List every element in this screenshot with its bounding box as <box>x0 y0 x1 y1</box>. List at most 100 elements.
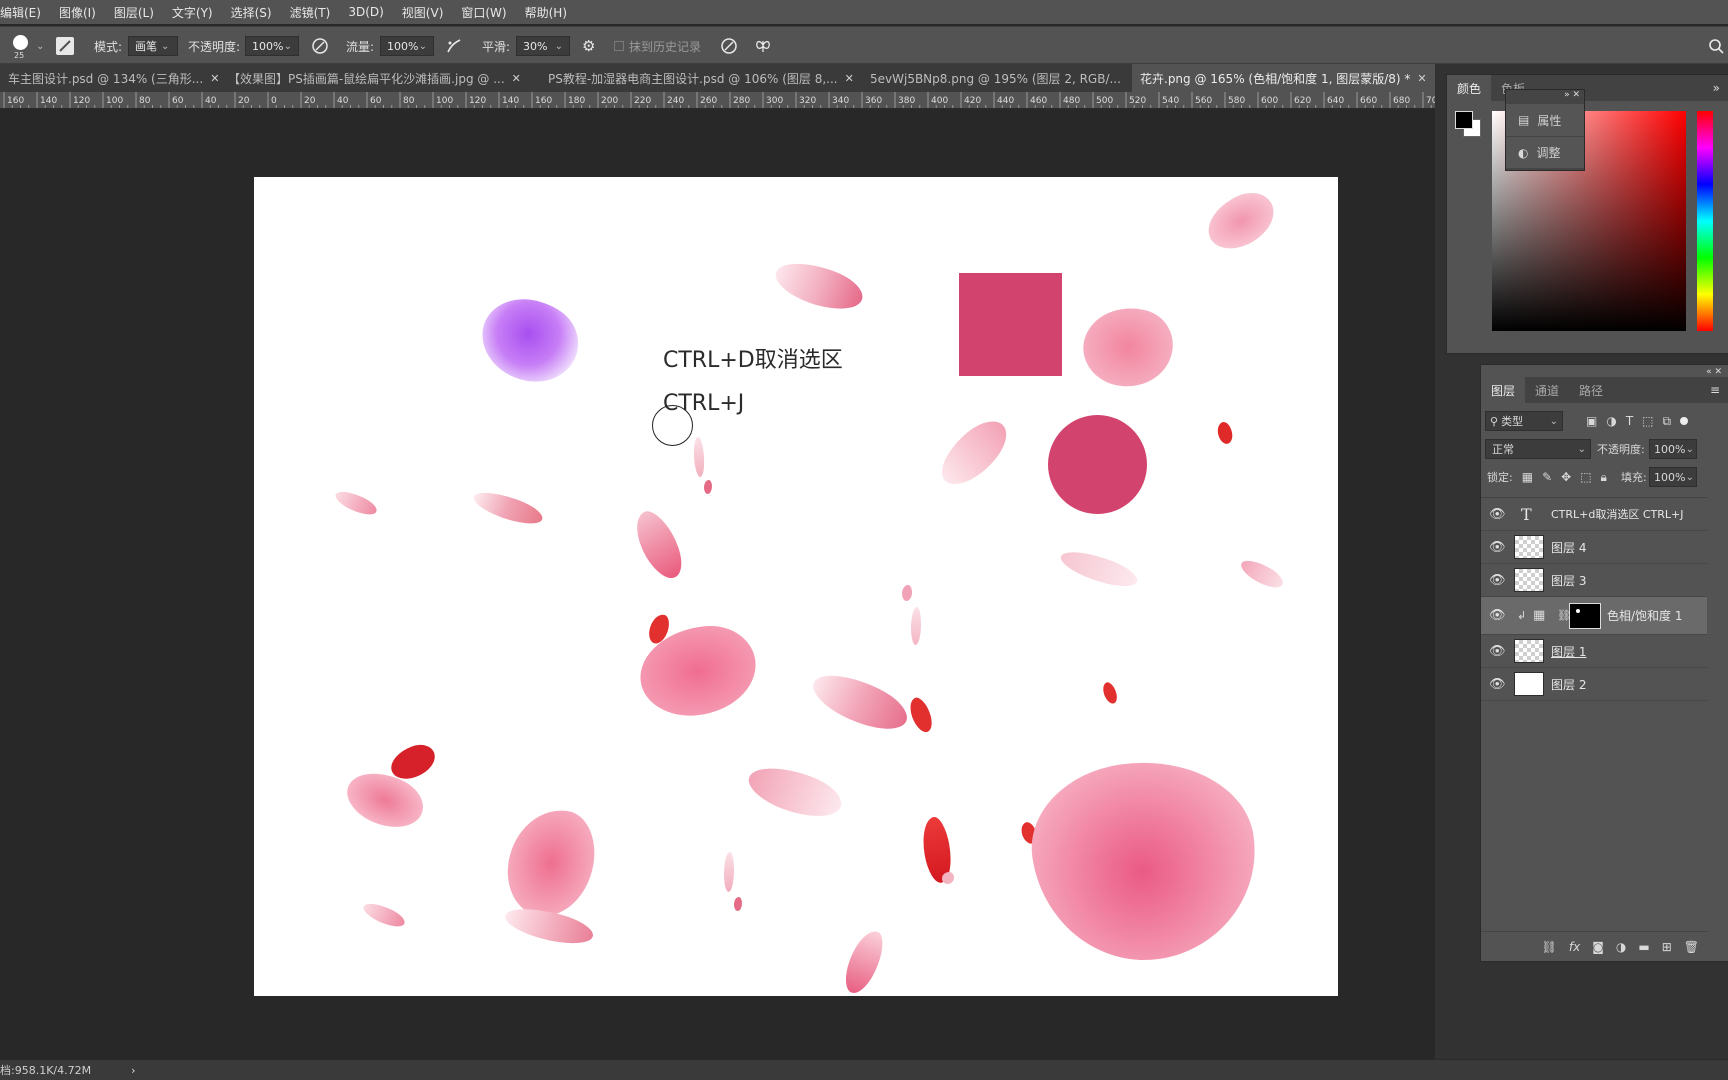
menu-layer[interactable]: 图层(L) <box>114 4 161 21</box>
gear-icon[interactable]: ⚙ <box>582 27 595 65</box>
tab-channels[interactable]: 通道 <box>1525 377 1569 403</box>
add-mask-icon[interactable]: ◙ <box>1592 940 1604 954</box>
menu-filter[interactable]: 滤镜(T) <box>290 4 338 21</box>
layer-mask-thumbnail[interactable] <box>1569 602 1601 629</box>
new-adjustment-icon[interactable]: ◑ <box>1616 940 1626 954</box>
flow-input[interactable]: 100% ⌄ <box>380 36 434 56</box>
menu-image[interactable]: 图像(I) <box>59 4 103 21</box>
filter-toggle-icon[interactable] <box>1680 417 1689 425</box>
filter-shape-icon[interactable]: ⬚ <box>1642 414 1653 428</box>
smooth-label: 平滑: <box>482 39 511 54</box>
lock-position-icon[interactable]: ✥ <box>1561 470 1571 484</box>
link-layers-icon[interactable]: ⛓︎ <box>1542 940 1557 954</box>
tab-layers[interactable]: 图层 <box>1481 377 1526 403</box>
adjustments-label: 调整 <box>1536 146 1561 160</box>
visibility-eye-icon[interactable]: 👁︎ <box>1489 507 1506 522</box>
pressure-size-icon[interactable] <box>720 27 738 65</box>
filter-adjustment-icon[interactable]: ◑ <box>1606 414 1616 428</box>
close-icon[interactable]: ✕ <box>1417 72 1426 85</box>
color-panel-tabs: 颜色 色板 » <box>1447 75 1728 101</box>
doc-tab-4[interactable]: 5evWj5BNp8.png @ 195% (图层 2, RGB/... ✕ <box>862 64 1128 92</box>
close-icon[interactable]: ✕ <box>512 72 521 85</box>
filter-pixel-icon[interactable]: ▣ <box>1586 414 1597 428</box>
ruler-label: 620 <box>1294 96 1311 106</box>
panel-collapse-icon[interactable]: » <box>1713 81 1720 95</box>
clipping-arrow-icon: ↲ <box>1517 609 1527 622</box>
search-icon[interactable] <box>1708 27 1724 65</box>
menu-help[interactable]: 帮助(H) <box>525 4 574 21</box>
airbrush-icon[interactable] <box>445 27 463 65</box>
layer-row[interactable]: 👁︎ 图层 4 <box>1481 531 1707 564</box>
lock-transparent-icon[interactable]: ▦ <box>1522 470 1533 484</box>
layer-opacity-value: 100% <box>1654 442 1686 456</box>
chevron-down-icon: ⌄ <box>418 40 427 52</box>
hue-slider[interactable] <box>1697 111 1713 331</box>
ruler-label: 100 <box>436 96 453 106</box>
layer-filter-select[interactable]: ⚲ 类型 ⌄ <box>1485 411 1563 431</box>
trash-icon[interactable]: 🗑︎ <box>1684 940 1699 954</box>
doc-tab-active[interactable]: 花卉.png @ 165% (色相/饱和度 1, 图层蒙版/8) * ✕ <box>1132 64 1435 92</box>
mode-select[interactable]: 画笔 ⌄ <box>128 36 178 56</box>
foreground-color-swatch-front[interactable] <box>1455 111 1473 129</box>
layer-filter-icons: ▣ ◑ T ⬚ ⧉ <box>1586 411 1689 431</box>
layers-panel-header-controls[interactable]: « ✕ <box>1706 367 1722 377</box>
new-layer-icon[interactable]: ⊞ <box>1662 940 1672 954</box>
brush-tip-icon <box>13 35 28 50</box>
tab-paths[interactable]: 路径 <box>1569 377 1613 403</box>
filter-smart-object-icon[interactable]: ⧉ <box>1663 414 1672 429</box>
layer-row[interactable]: 👁︎ 图层 2 <box>1481 668 1707 701</box>
menu-3d[interactable]: 3D(D) <box>348 5 390 19</box>
menu-select[interactable]: 选择(S) <box>231 4 279 21</box>
doc-tab-2[interactable]: 【效果图】PS插画篇-鼠绘扁平化沙滩插画.jpg @ ... ✕ <box>220 64 536 92</box>
layer-style-fx-icon[interactable]: fx <box>1569 940 1580 954</box>
visibility-eye-icon[interactable]: 👁︎ <box>1489 608 1506 623</box>
menu-view[interactable]: 视图(V) <box>402 4 451 21</box>
close-icon[interactable]: ✕ <box>210 72 218 85</box>
close-icon[interactable]: ✕ <box>845 72 854 85</box>
fill-input[interactable]: 100% ⌄ <box>1649 467 1697 487</box>
panel-menu-icon[interactable]: ≡ <box>1710 383 1720 397</box>
petal-shape <box>911 607 921 645</box>
properties-button[interactable]: ▤ 属性 <box>1506 104 1584 136</box>
new-group-folder-icon[interactable]: ▬ <box>1638 940 1649 954</box>
layer-opacity-input[interactable]: 100% ⌄ <box>1649 439 1697 459</box>
blend-mode-value: 正常 <box>1492 443 1514 456</box>
erase-history-checkbox[interactable] <box>614 41 624 51</box>
opacity-input[interactable]: 100% ⌄ <box>245 36 299 56</box>
layer-row-text[interactable]: 👁︎ T CTRL+d取消选区 CTRL+J <box>1481 498 1707 531</box>
visibility-eye-icon[interactable]: 👁︎ <box>1489 677 1506 692</box>
tab-color[interactable]: 颜色 <box>1447 75 1492 101</box>
lock-image-icon[interactable]: ✎ <box>1542 470 1552 484</box>
lock-artboard-icon[interactable]: ⬚ <box>1580 470 1591 484</box>
visibility-eye-icon[interactable]: 👁︎ <box>1489 644 1506 659</box>
erase-history-option[interactable]: 抹到历史记录 <box>614 27 701 65</box>
layer-row[interactable]: 👁︎ 图层 3 <box>1481 564 1707 597</box>
menu-type[interactable]: 文字(Y) <box>172 4 220 21</box>
visibility-eye-icon[interactable]: 👁︎ <box>1489 573 1506 588</box>
doc-tab-1[interactable]: 车主图设计.psd @ 134% (三角形... ✕ <box>0 64 218 92</box>
layer-row-adjustment-selected[interactable]: 👁︎ ↲ ▦ ⛓︎ 色相/饱和度 1 <box>1481 597 1707 635</box>
horizontal-ruler[interactable]: 160 140 120 100 80 60 40 20 0 20 40 60 80 100 120 140 16… <box>0 92 1435 109</box>
menu-bar: 编辑(E) 图像(I) 图层(L) 文字(Y) 选择(S) 滤镜(T) 3D(D… <box>0 0 1728 24</box>
doc-tab-title: 车主图设计.psd @ 134% (三角形... <box>8 71 204 86</box>
chevron-right-icon[interactable]: › <box>131 1064 135 1077</box>
layers-panel: « ✕ 图层 通道 路径 ≡ ⚲ 类型 ⌄ ▣ ◑ T ⬚ ⧉ 正常 ⌄ 不透明… <box>1480 364 1728 962</box>
brush-preset-picker[interactable]: 25 ⌄ <box>10 27 44 65</box>
ruler-label: 80 <box>403 96 415 106</box>
document-canvas[interactable]: CTRL+D取消选区 CTRL+J <box>254 177 1338 996</box>
ruler-label: 20 <box>304 96 316 106</box>
doc-tab-3[interactable]: PS教程-加湿器电商主图设计.psd @ 106% (图层 8,... ✕ <box>540 64 858 92</box>
filter-type-icon[interactable]: T <box>1626 414 1633 428</box>
adjustments-button[interactable]: ◐ 调整 <box>1506 136 1584 168</box>
lock-all-icon[interactable]: 🔒︎ <box>1601 470 1607 485</box>
menu-edit[interactable]: 编辑(E) <box>0 4 48 21</box>
brush-panel-toggle[interactable] <box>56 27 74 65</box>
smooth-input[interactable]: 30% ⌄ <box>516 36 570 56</box>
symmetry-butterfly-icon[interactable] <box>754 27 772 65</box>
menu-window[interactable]: 窗口(W) <box>461 4 513 21</box>
visibility-eye-icon[interactable]: 👁︎ <box>1489 540 1506 555</box>
blend-mode-select[interactable]: 正常 ⌄ <box>1485 439 1591 459</box>
layer-row[interactable]: 👁︎ 图层 1 <box>1481 635 1707 668</box>
canvas-text-ctrl-d[interactable]: CTRL+D取消选区 <box>663 342 843 374</box>
pressure-opacity-icon[interactable] <box>311 27 329 65</box>
